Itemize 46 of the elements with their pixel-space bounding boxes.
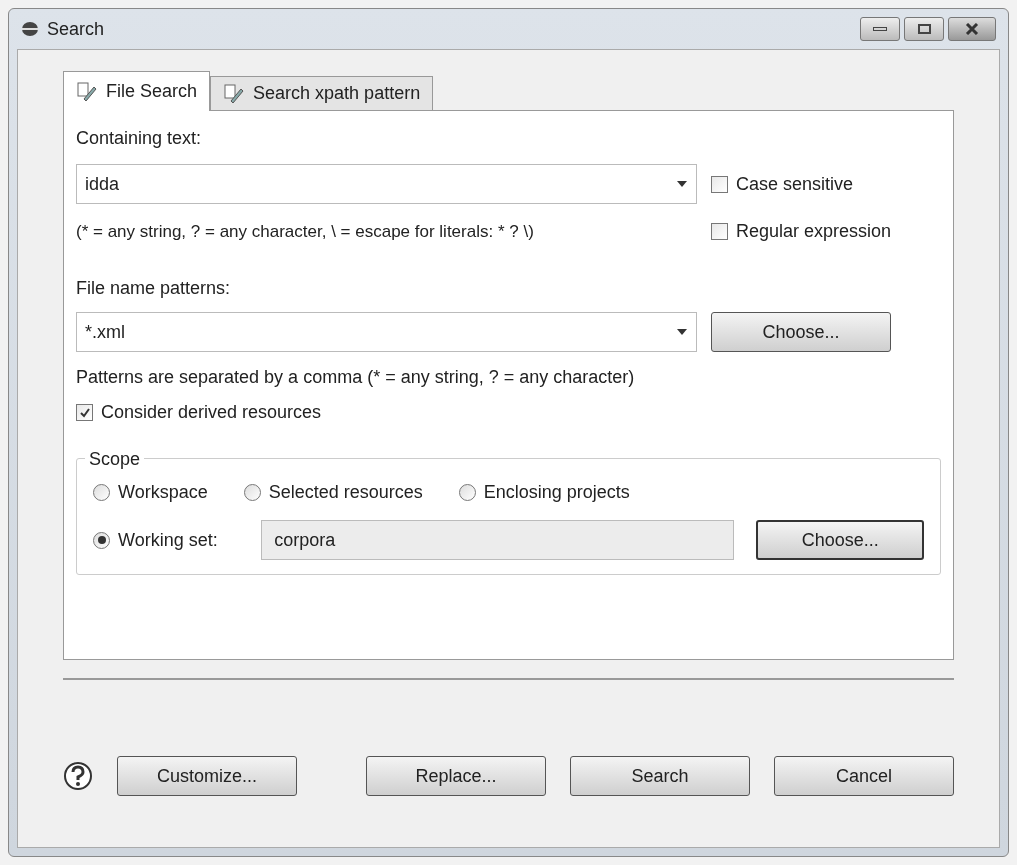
tab[interactable]: Search xpath pattern — [210, 76, 434, 110]
choose-button[interactable]: Choose... — [756, 520, 924, 560]
window-icon — [21, 21, 39, 37]
pen-search-icon — [223, 82, 246, 105]
file-pattern-combo[interactable]: *.xml — [76, 312, 697, 352]
radio-label: Selected resources — [268, 481, 423, 504]
search-button[interactable]: Search — [570, 756, 750, 796]
dropdown-arrow-icon[interactable] — [676, 328, 688, 336]
checkbox-box[interactable] — [76, 404, 93, 421]
radio-button[interactable] — [243, 484, 261, 501]
radio-button[interactable] — [93, 531, 110, 549]
containing-text-combo[interactable]: idda — [76, 164, 697, 204]
help-icon[interactable] — [63, 761, 93, 791]
check-icon — [78, 406, 91, 419]
file-search-icon — [76, 80, 98, 103]
tab[interactable]: File Search — [63, 71, 211, 111]
radio-label: Working set: — [118, 528, 218, 552]
choose-button[interactable]: Choose... — [711, 312, 891, 352]
checkbox-label: Consider derived resources — [101, 401, 322, 424]
radio-button[interactable] — [93, 484, 110, 501]
window-title: Search — [47, 17, 106, 41]
working-set-field[interactable]: corpora — [261, 520, 735, 560]
combo-value: *.xml — [85, 320, 126, 344]
hint-text: Patterns are separated by a comma (* = any string, ? = any character) — [76, 366, 636, 389]
checkbox[interactable]: Regular expression — [711, 218, 941, 245]
combo-value: idda — [85, 172, 121, 196]
checkbox-box[interactable] — [711, 223, 728, 240]
hint-text: (* = any string, ? = any character, \ = escape for literals: * ? \) — [76, 220, 535, 243]
radio-label: Enclosing projects — [483, 481, 630, 504]
checkbox[interactable]: Case sensitive — [711, 170, 941, 198]
radio-button[interactable] — [458, 484, 476, 501]
checkbox-label: Case sensitive — [736, 172, 854, 196]
customize-button[interactable]: Customize... — [117, 756, 297, 796]
replace-button[interactable]: Replace... — [366, 756, 546, 796]
radio-label: Workspace — [118, 481, 208, 504]
cancel-button[interactable]: Cancel — [774, 756, 954, 796]
close-button[interactable] — [948, 17, 996, 41]
checkbox-label: Regular expression — [736, 220, 892, 243]
field-label: File name patterns: — [76, 277, 232, 300]
checkbox-box[interactable] — [711, 175, 728, 193]
close-icon — [965, 23, 979, 35]
maximize-button[interactable] — [904, 17, 944, 41]
dropdown-arrow-icon[interactable] — [676, 180, 688, 188]
checkbox[interactable]: Consider derived resources — [76, 399, 941, 426]
field-label: Containing text: — [76, 127, 203, 150]
minimize-button[interactable] — [860, 17, 900, 41]
